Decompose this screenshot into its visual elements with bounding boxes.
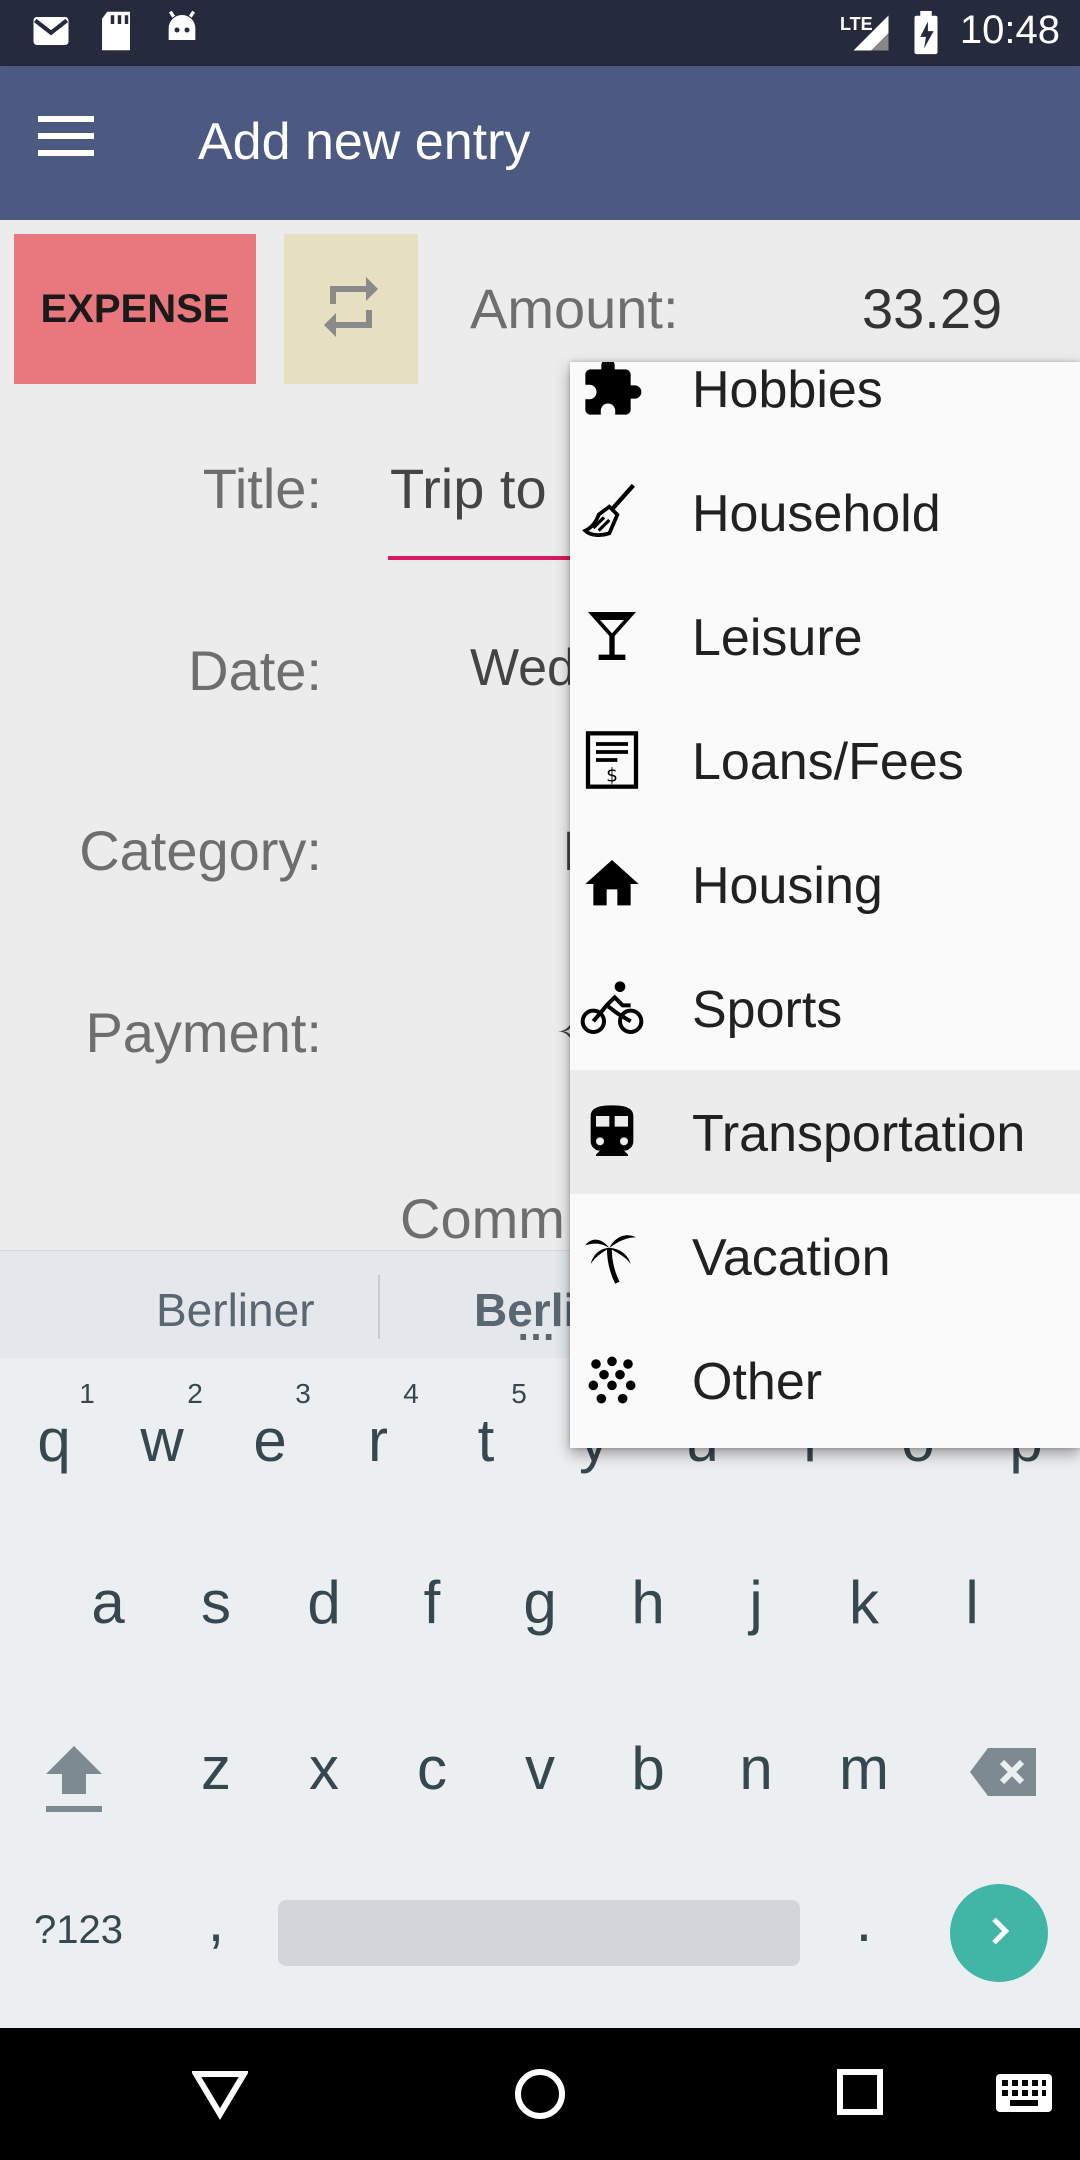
home-icon[interactable] — [512, 2066, 568, 2127]
space-key[interactable] — [278, 1900, 800, 1966]
broom-icon — [580, 480, 644, 544]
category-option-loans-fees[interactable]: $ Loans/Fees — [570, 698, 1080, 822]
amount-field[interactable]: 33.29 — [862, 276, 1002, 341]
key-a[interactable]: a — [68, 1568, 148, 1637]
enter-button[interactable] — [950, 1884, 1048, 1982]
soft-keyboard: 1 2 3 4 5 q w e r t y u i o p a s d f g … — [0, 1358, 1080, 2028]
category-option-label: Vacation — [692, 1229, 891, 1287]
category-option-label: Hobbies — [692, 362, 883, 419]
shift-icon[interactable] — [38, 1738, 110, 1818]
app-bar: Add new entry — [0, 66, 1080, 220]
puzzle-icon — [580, 362, 644, 420]
category-option-sports[interactable]: Sports — [570, 946, 1080, 1070]
category-option-label: Transportation — [692, 1105, 1026, 1163]
category-option-other[interactable]: Other — [570, 1318, 1080, 1442]
bill-icon: $ — [580, 728, 644, 792]
category-option-leisure[interactable]: Leisure — [570, 574, 1080, 698]
category-option-label: Other — [692, 1353, 823, 1411]
key-period[interactable]: . — [824, 1886, 904, 1955]
title-input[interactable]: Trip to — [390, 456, 547, 521]
category-option-housing[interactable]: Housing — [570, 822, 1080, 946]
key-h[interactable]: h — [608, 1568, 688, 1637]
category-option-label: Sports — [692, 981, 843, 1039]
key-j[interactable]: j — [716, 1568, 796, 1637]
backspace-icon[interactable] — [968, 1744, 1040, 1800]
category-option-household[interactable]: Household — [570, 450, 1080, 574]
android-icon — [162, 10, 202, 55]
key-g[interactable]: g — [500, 1568, 580, 1637]
page-title: Add new entry — [198, 113, 531, 171]
category-dropdown: Hobbies Household Leisure $ Loans/Fees H… — [570, 362, 1080, 1448]
navigation-bar — [0, 2028, 1080, 2160]
suggestion-1[interactable]: Berliner — [156, 1283, 315, 1337]
key-q[interactable]: q — [14, 1406, 94, 1475]
bicycle-icon — [580, 976, 644, 1040]
category-option-label: Household — [692, 485, 941, 543]
comment-label: Comm — [400, 1187, 565, 1250]
swap-icon — [315, 271, 387, 348]
recents-icon[interactable] — [836, 2068, 884, 2121]
sd-card-icon — [98, 10, 134, 57]
signal-icon — [850, 12, 892, 59]
date-field[interactable]: Wed — [470, 638, 576, 698]
key-b[interactable]: b — [608, 1734, 688, 1803]
menu-icon[interactable] — [38, 116, 118, 176]
gmail-icon — [30, 10, 72, 57]
key-d[interactable]: d — [284, 1568, 364, 1637]
key-r[interactable]: r — [338, 1406, 418, 1475]
svg-text:$: $ — [606, 765, 618, 786]
title-label: Title: — [202, 457, 322, 520]
amount-label: Amount: — [470, 277, 679, 340]
key-e[interactable]: e — [230, 1406, 310, 1475]
key-z[interactable]: z — [176, 1734, 256, 1803]
date-label: Date: — [188, 639, 322, 702]
key-f[interactable]: f — [392, 1568, 472, 1637]
key-s[interactable]: s — [176, 1568, 256, 1637]
battery-charging-icon — [912, 10, 940, 61]
category-option-label: Housing — [692, 857, 883, 915]
category-option-label: Leisure — [692, 609, 863, 667]
back-icon[interactable] — [190, 2068, 250, 2125]
status-bar: LTE 10:48 — [0, 0, 1080, 66]
dots-icon — [580, 1348, 644, 1412]
key-m[interactable]: m — [824, 1734, 904, 1803]
cocktail-icon — [580, 604, 644, 668]
symbols-key[interactable]: ?123 — [34, 1908, 123, 1953]
category-option-label: Loans/Fees — [692, 733, 964, 791]
key-k[interactable]: k — [824, 1568, 904, 1637]
expense-type-button[interactable]: EXPENSE — [14, 234, 256, 384]
palm-tree-icon — [580, 1224, 644, 1288]
key-n[interactable]: n — [716, 1734, 796, 1803]
key-t[interactable]: t — [446, 1406, 526, 1475]
train-icon — [580, 1100, 644, 1164]
key-c[interactable]: c — [392, 1734, 472, 1803]
keyboard-icon[interactable] — [994, 2072, 1054, 2119]
key-x[interactable]: x — [284, 1734, 364, 1803]
category-option-vacation[interactable]: Vacation — [570, 1194, 1080, 1318]
category-label: Category: — [79, 819, 322, 882]
key-w[interactable]: w — [122, 1406, 202, 1475]
more-suggestions-icon[interactable]: … — [516, 1305, 556, 1350]
key-comma[interactable]: , — [176, 1886, 256, 1955]
switch-type-button[interactable] — [284, 234, 418, 384]
category-option-transportation[interactable]: Transportation — [570, 1070, 1080, 1194]
key-l[interactable]: l — [932, 1568, 1012, 1637]
suggestion-divider — [378, 1275, 380, 1339]
payment-label: Payment: — [85, 1001, 322, 1064]
home-icon — [580, 852, 644, 916]
chevron-right-icon — [979, 1911, 1019, 1956]
key-v[interactable]: v — [500, 1734, 580, 1803]
category-option-hobbies[interactable]: Hobbies — [570, 362, 1080, 450]
clock: 10:48 — [959, 8, 1060, 52]
